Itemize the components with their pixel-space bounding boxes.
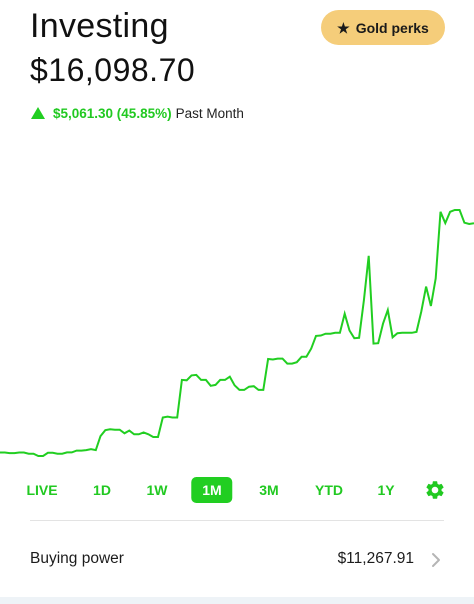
- bottom-bar: [0, 597, 474, 604]
- chart-line-series: [0, 209, 474, 457]
- range-live-button[interactable]: LIVE: [26, 477, 57, 503]
- buying-power-row[interactable]: Buying power $11,267.91: [0, 540, 474, 580]
- portfolio-chart[interactable]: [0, 200, 474, 462]
- change-amount: $5,061.30 (45.85%): [53, 105, 172, 121]
- range-1d-button[interactable]: 1D: [93, 477, 111, 503]
- range-1m-button[interactable]: 1M: [191, 477, 233, 503]
- triangle-up-icon: [31, 106, 45, 119]
- change-period: Past Month: [175, 105, 244, 121]
- page-title: Investing: [30, 7, 169, 45]
- portfolio-change: $5,061.30 (45.85%) Past Month: [31, 104, 244, 122]
- range-selector: LIVE 1D 1W 1M 3M YTD 1Y: [0, 474, 474, 506]
- buying-power-label: Buying power: [30, 550, 124, 567]
- star-icon: ★: [337, 19, 350, 36]
- range-3m-button[interactable]: 3M: [259, 477, 278, 503]
- range-ytd-button[interactable]: YTD: [315, 477, 343, 503]
- portfolio-value: $16,098.70: [30, 52, 196, 88]
- chevron-right-icon: [432, 553, 440, 567]
- gear-icon[interactable]: [424, 479, 446, 501]
- buying-power-value: $11,267.91: [337, 550, 414, 567]
- divider: [30, 520, 444, 521]
- gold-perks-label: Gold perks: [355, 19, 429, 36]
- range-1y-button[interactable]: 1Y: [377, 477, 394, 503]
- gold-perks-button[interactable]: ★ Gold perks: [321, 10, 445, 45]
- range-1w-button[interactable]: 1W: [147, 477, 168, 503]
